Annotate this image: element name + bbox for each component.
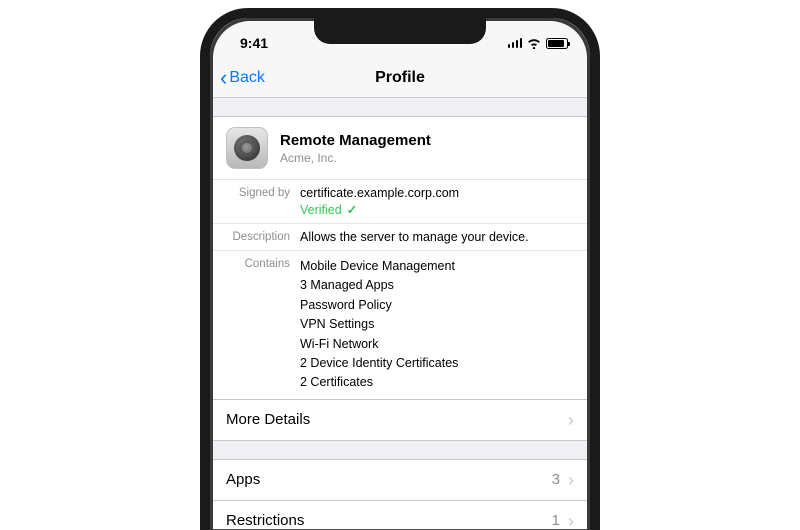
verified-badge: Verified ✓ <box>300 202 574 217</box>
signer-value: certificate.example.corp.com <box>300 186 574 200</box>
chevron-right-icon: › <box>568 471 574 489</box>
profile-name: Remote Management <box>280 132 431 149</box>
chevron-right-icon: › <box>568 512 574 530</box>
apps-row[interactable]: Apps 3 › <box>212 459 588 501</box>
status-right <box>508 37 569 49</box>
chevron-right-icon: › <box>568 411 574 429</box>
profile-org: Acme, Inc. <box>280 151 431 165</box>
contains-item: VPN Settings <box>300 315 574 334</box>
contains-item: 2 Device Identity Certificates <box>300 354 574 373</box>
contains-item: 3 Managed Apps <box>300 276 574 295</box>
settings-gear-icon <box>226 127 268 169</box>
contains-list: Mobile Device Management 3 Managed Apps … <box>300 257 574 393</box>
description-value: Allows the server to manage your device. <box>300 230 574 244</box>
verified-label: Verified <box>300 203 342 217</box>
apps-count: 3 <box>552 471 560 488</box>
status-time: 9:41 <box>240 35 268 51</box>
profile-card: Remote Management Acme, Inc. Signed by c… <box>212 116 588 400</box>
cellular-signal-icon <box>508 38 523 48</box>
restrictions-row[interactable]: Restrictions 1 › <box>212 501 588 530</box>
battery-icon <box>546 38 568 49</box>
nav-bar: ‹ Back Profile <box>212 58 588 98</box>
profile-header: Remote Management Acme, Inc. <box>212 117 588 179</box>
wifi-icon <box>527 37 541 49</box>
screen: 9:41 ‹ Back Profile Remote Management <box>212 20 588 530</box>
contains-label: Contains <box>226 257 300 393</box>
back-button[interactable]: ‹ Back <box>220 67 265 89</box>
mute-switch <box>200 100 201 124</box>
phone-mockup: 9:41 ‹ Back Profile Remote Management <box>200 8 600 530</box>
contains-item: 2 Certificates <box>300 373 574 392</box>
signed-by-row: Signed by certificate.example.corp.com V… <box>212 179 588 223</box>
page-title: Profile <box>375 69 425 87</box>
contains-row: Contains Mobile Device Management 3 Mana… <box>212 250 588 399</box>
apps-label: Apps <box>226 471 260 488</box>
contains-item: Wi-Fi Network <box>300 335 574 354</box>
description-label: Description <box>226 230 300 244</box>
content: Remote Management Acme, Inc. Signed by c… <box>212 98 588 530</box>
back-label: Back <box>229 69 265 87</box>
side-button <box>599 156 600 222</box>
volume-up-button <box>200 144 201 188</box>
chevron-left-icon: ‹ <box>220 67 227 89</box>
restrictions-label: Restrictions <box>226 512 304 529</box>
volume-down-button <box>200 200 201 244</box>
restrictions-count: 1 <box>552 512 560 529</box>
contains-item: Mobile Device Management <box>300 257 574 276</box>
more-details-row[interactable]: More Details › <box>212 400 588 441</box>
notch <box>314 18 486 44</box>
more-details-label: More Details <box>226 411 310 428</box>
description-row: Description Allows the server to manage … <box>212 223 588 250</box>
signed-by-label: Signed by <box>226 186 300 217</box>
contains-item: Password Policy <box>300 296 574 315</box>
checkmark-icon: ✓ <box>347 202 357 217</box>
